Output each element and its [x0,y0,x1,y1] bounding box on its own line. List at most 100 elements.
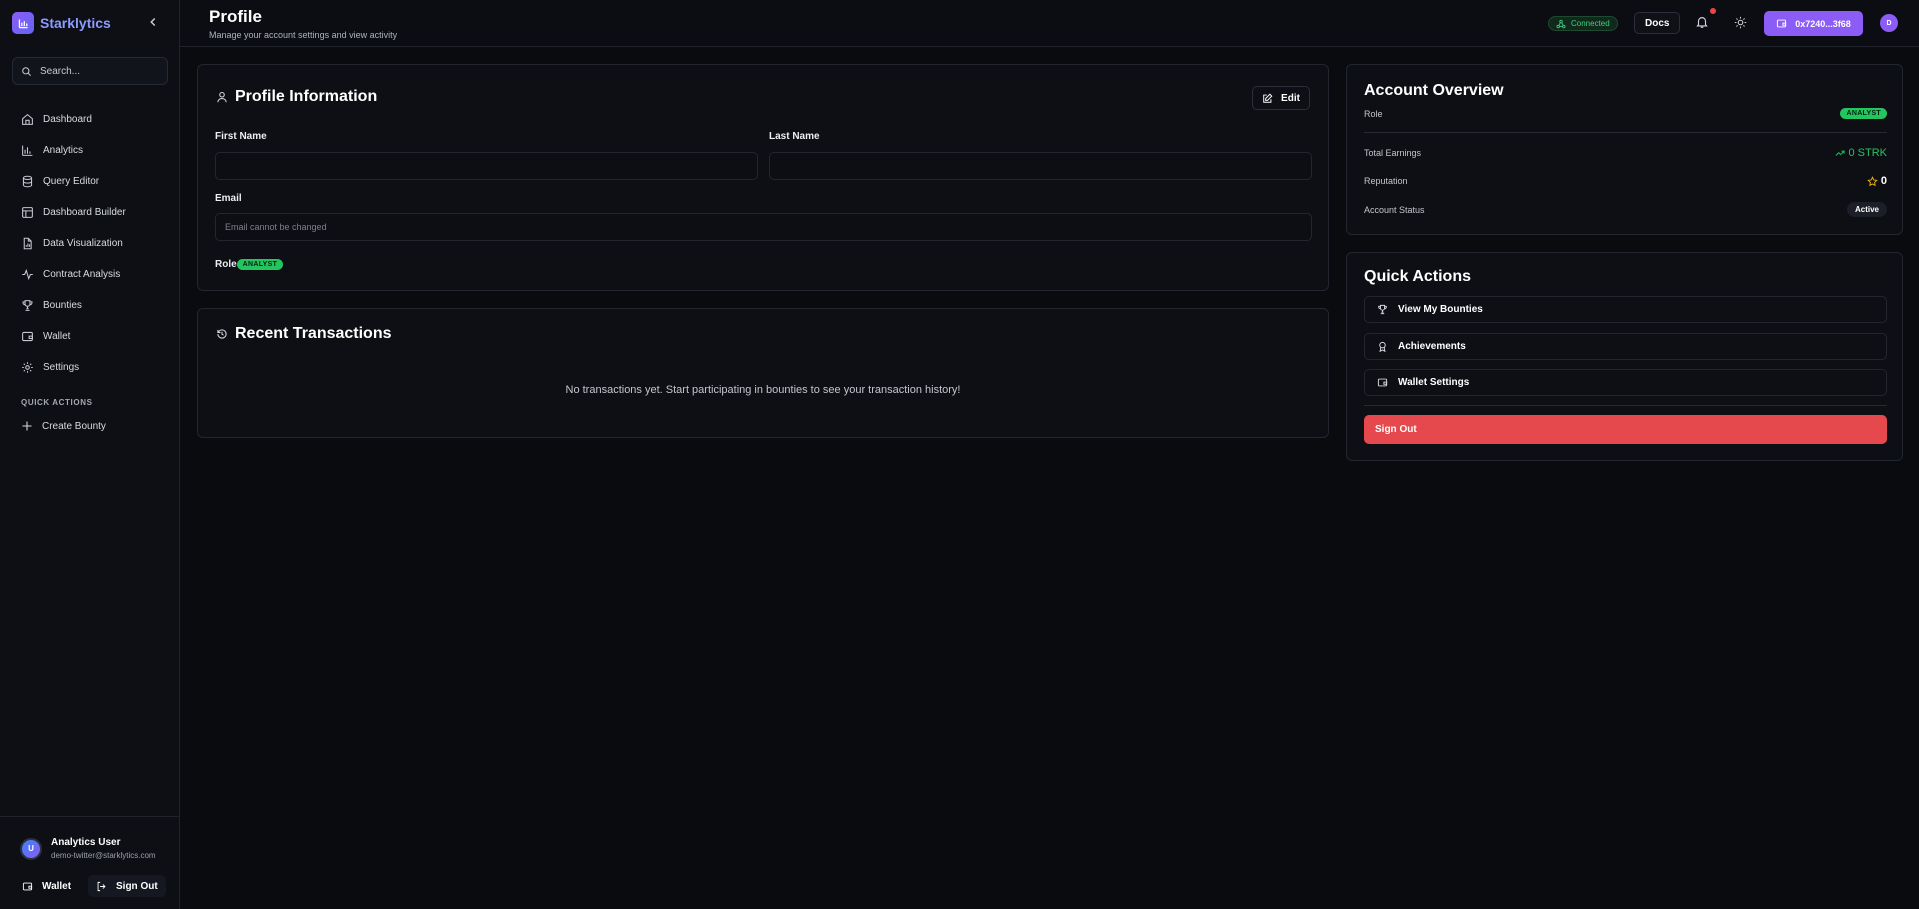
reputation-amount: 0 [1880,175,1887,187]
logout-icon [96,881,107,892]
trophy-icon [1377,304,1388,315]
sidebar-item-label: Wallet [43,331,71,342]
overview-role-row: Role ANALYST [1364,108,1887,119]
search-input[interactable] [40,65,160,77]
quick-actions-heading: QUICK ACTIONS [21,398,93,407]
wallet-icon [22,881,33,892]
sidebar-item-bounties[interactable]: Bounties [12,290,168,321]
recent-transactions-label: Recent Transactions [235,325,392,342]
plus-icon [21,420,33,432]
sidebar-item-analytics[interactable]: Analytics [12,135,168,166]
achievements-button[interactable]: Achievements [1364,333,1887,360]
divider [1364,132,1887,133]
sidebar-item-label: Data Visualization [43,238,123,249]
gear-icon [21,361,34,374]
role-badge: ANALYST [236,259,284,270]
award-icon [1377,341,1388,352]
sidebar: Starklytics Dashboard Analytics Query Ed… [0,0,180,909]
wallet-icon [1776,18,1787,29]
status-badge: Active [1846,202,1887,217]
total-earnings-row: Total Earnings 0 STRK [1364,147,1887,159]
brand[interactable]: Starklytics [12,12,111,34]
profile-information-label: Profile Information [235,88,378,105]
trophy-icon [21,299,34,312]
network-icon [1556,19,1566,29]
sidebar-item-dashboard-builder[interactable]: Dashboard Builder [12,197,168,228]
avatar[interactable]: D [1880,14,1898,32]
avatar: U [20,837,42,860]
overview-role-label: Role [1364,108,1383,119]
recent-transactions-title: Recent Transactions [216,325,392,343]
sidebar-item-label: Bounties [43,300,82,311]
bell-icon[interactable] [1695,15,1709,29]
account-overview-title: Account Overview [1364,82,1504,99]
sign-out-button[interactable]: Sign Out [1364,415,1887,444]
email-field[interactable]: Email cannot be changed [215,213,1312,241]
edit-button[interactable]: Edit [1252,86,1310,110]
top-bar: Profile Manage your account settings and… [180,0,1919,47]
page-title: Profile [209,7,262,26]
sidebar-item-wallet[interactable]: Wallet [12,321,168,352]
connection-status-label: Connected [1571,19,1610,28]
wallet-settings-button[interactable]: Wallet Settings [1364,369,1887,396]
wallet-icon [1377,377,1388,388]
footer-signout-label: Sign Out [116,880,158,892]
home-icon [21,113,34,126]
database-icon [21,175,34,188]
reputation-label: Reputation [1364,176,1408,186]
wallet-address-button[interactable]: 0x7240...3f68 [1764,11,1863,36]
user-email: demo-twitter@starklytics.com [51,851,156,860]
sidebar-item-label: Dashboard [43,114,92,125]
first-name-label: First Name [215,131,267,142]
sidebar-item-label: Query Editor [43,176,100,187]
view-my-bounties-button[interactable]: View My Bounties [1364,296,1887,323]
role-row: Role ANALYST [215,259,284,270]
email-label: Email [215,193,242,204]
connection-status-badge: Connected [1548,16,1618,31]
search-box[interactable] [12,57,168,85]
first-name-field[interactable] [215,152,758,180]
account-overview-card: Account Overview Role ANALYST Total Earn… [1346,64,1903,235]
view-my-bounties-label: View My Bounties [1398,304,1483,315]
role-label: Role [215,259,237,270]
last-name-field[interactable] [769,152,1312,180]
sidebar-item-dashboard[interactable]: Dashboard [12,104,168,135]
history-icon [216,328,228,340]
chevron-left-icon[interactable] [146,15,160,29]
footer-wallet-button[interactable]: Wallet [14,875,79,897]
user-name: Analytics User [51,837,121,848]
notification-dot [1710,8,1716,14]
overview-role-badge: ANALYST [1840,108,1887,119]
user-icon [216,91,228,103]
file-chart-icon [21,237,34,250]
create-bounty-button[interactable]: Create Bounty [21,420,106,432]
sidebar-item-contract-analysis[interactable]: Contract Analysis [12,259,168,290]
user-profile[interactable]: U Analytics User demo-twitter@starklytic… [20,837,159,860]
total-earnings-value: 0 STRK [1835,147,1887,159]
total-earnings-amount: 0 STRK [1848,147,1887,159]
search-icon [21,66,32,77]
sidebar-item-label: Contract Analysis [43,269,121,280]
wallet-settings-label: Wallet Settings [1398,377,1470,388]
sidebar-item-query-editor[interactable]: Query Editor [12,166,168,197]
docs-button[interactable]: Docs [1634,12,1681,34]
star-icon [1867,175,1878,187]
divider [1364,405,1887,406]
edit-label: Edit [1281,92,1300,104]
footer-signout-button[interactable]: Sign Out [88,875,166,897]
page-subtitle: Manage your account settings and view ac… [209,30,398,40]
logo-icon [12,12,34,34]
sun-icon[interactable] [1734,16,1747,29]
trending-up-icon [1835,148,1846,158]
profile-information-title: Profile Information [216,88,377,106]
account-status-row: Account Status Active [1364,202,1887,217]
layout-icon [21,206,34,219]
sidebar-item-data-visualization[interactable]: Data Visualization [12,228,168,259]
total-earnings-label: Total Earnings [1364,148,1422,158]
edit-icon [1262,93,1273,104]
account-status-label: Account Status [1364,204,1425,215]
sidebar-item-settings[interactable]: Settings [12,352,168,383]
empty-transactions-message: No transactions yet. Start participating… [565,384,961,396]
create-bounty-label: Create Bounty [42,420,106,432]
profile-information-card: Profile Information Edit First Name Last… [197,64,1329,291]
